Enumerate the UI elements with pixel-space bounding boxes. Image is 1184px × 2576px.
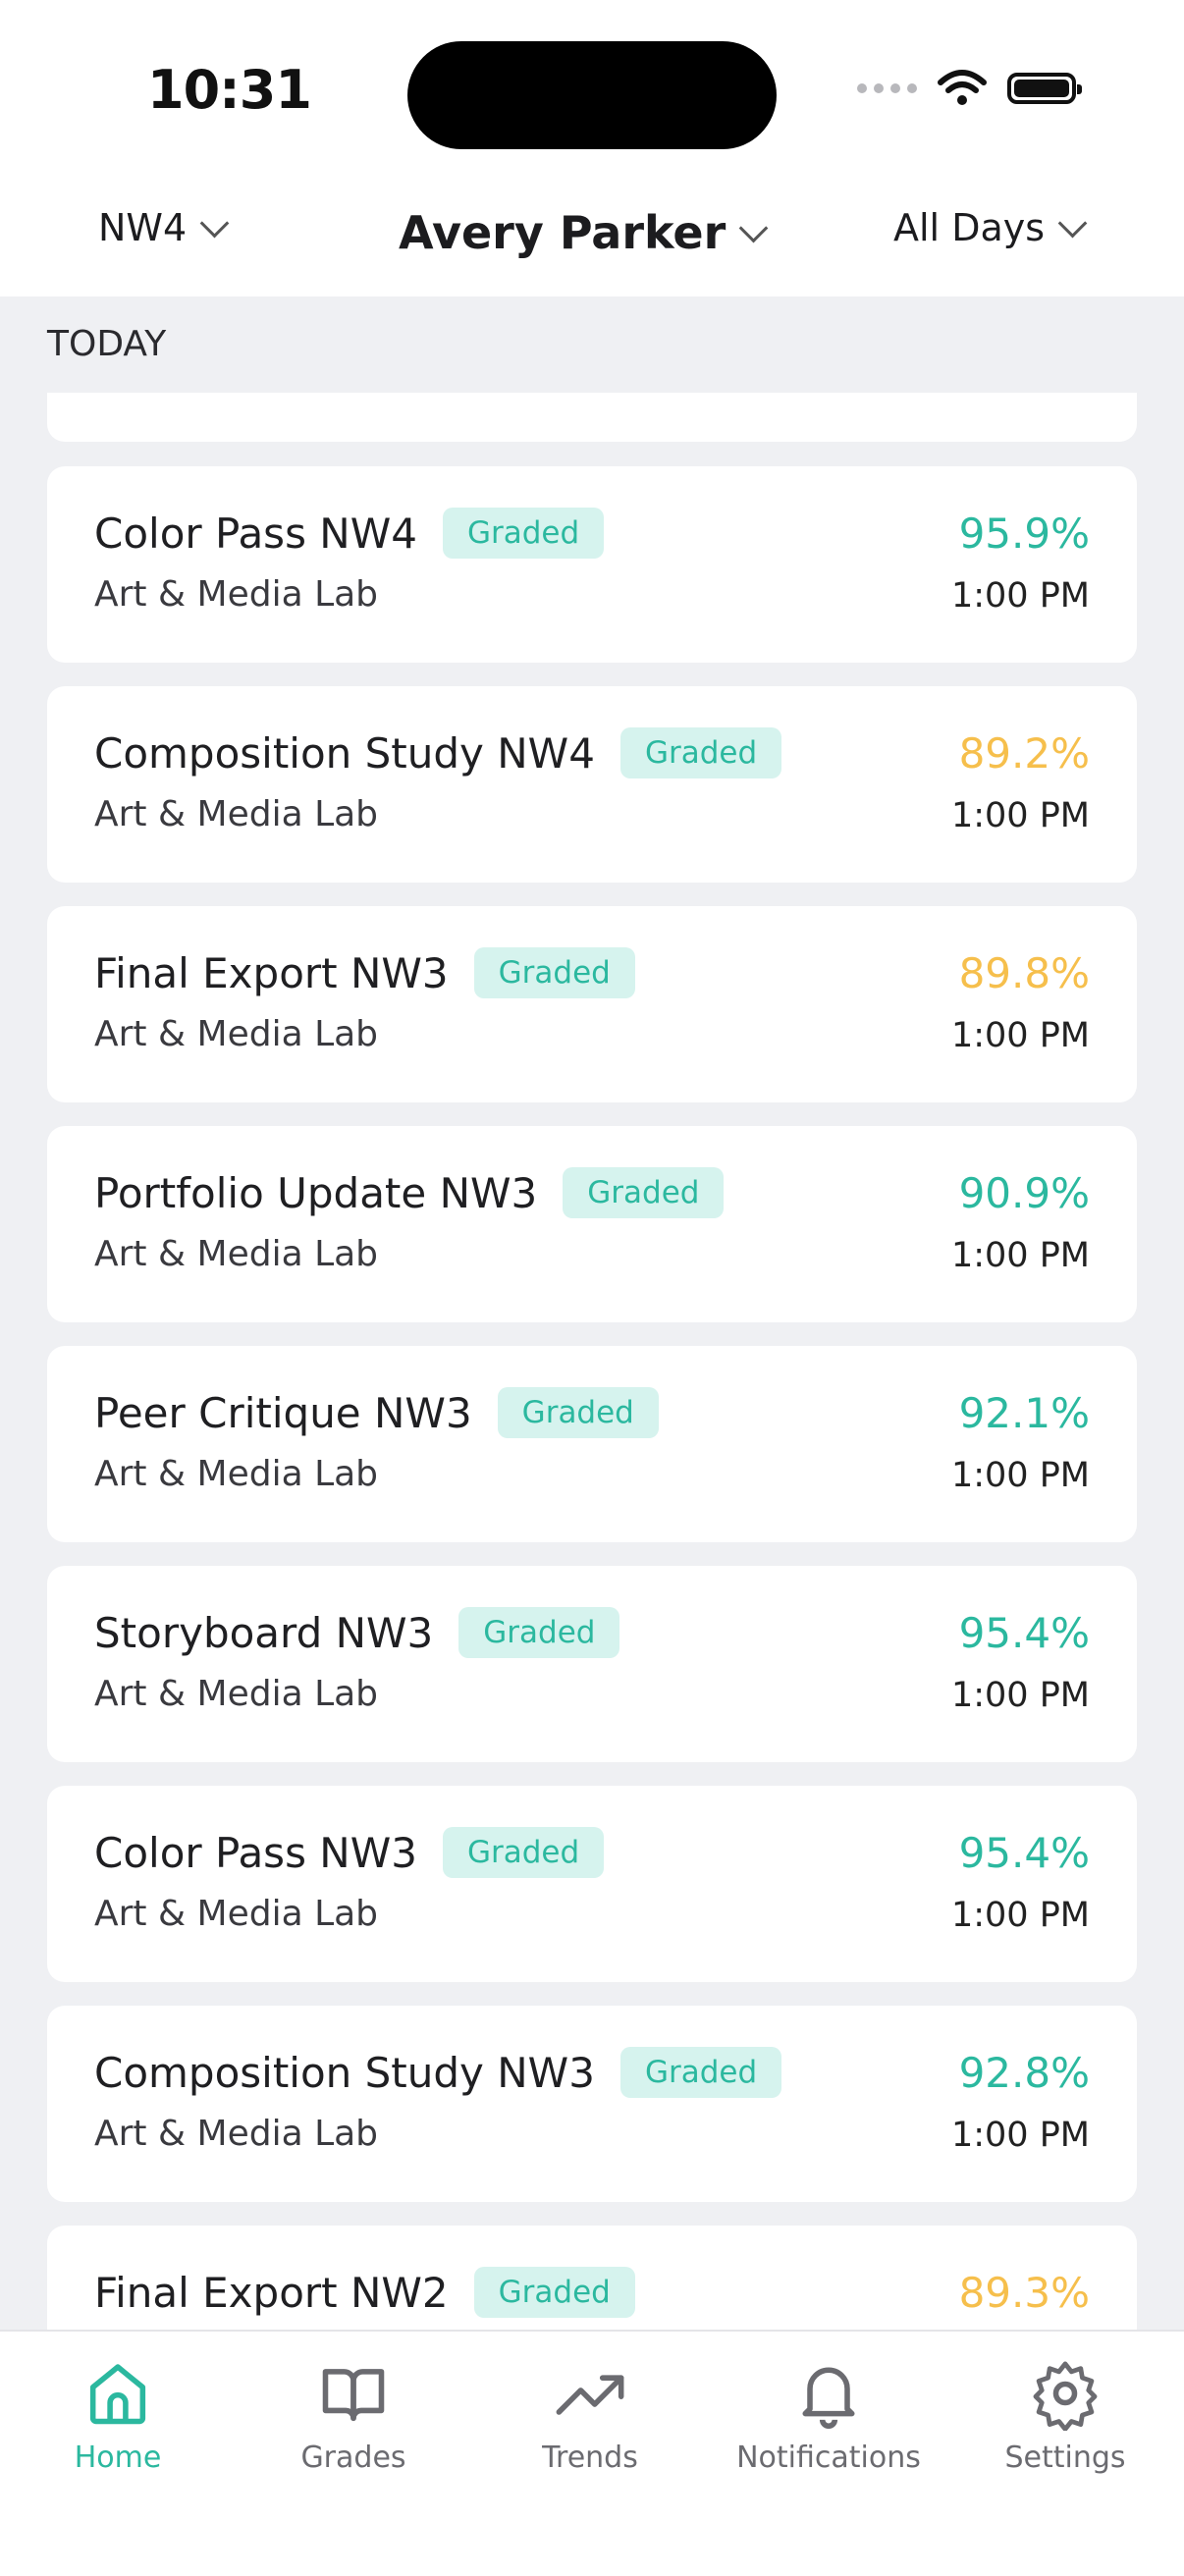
top-header: 10:31 NW4 Avery Parker All Days (0, 0, 1184, 296)
tab-label: Grades (300, 2441, 406, 2475)
assignment-subject: Art & Media Lab (94, 574, 379, 615)
tab-label: Trends (542, 2441, 638, 2475)
tab-trends[interactable]: Trends (482, 2356, 698, 2475)
assignment-title-line: Portfolio Update NW3 Graded (94, 1167, 725, 1218)
assignment-title: Final Export NW2 (94, 2268, 449, 2317)
assignment-title: Composition Study NW3 (94, 2048, 595, 2097)
day-filter-label: All Days (893, 206, 1046, 249)
assignment-title: Final Export NW3 (94, 948, 449, 997)
status-badge: Graded (619, 2047, 782, 2098)
assignment-time: 1:00 PM (950, 796, 1090, 835)
assignment-list-viewport[interactable]: Color Pass NW4 Graded Art & Media Lab 95.9%… (0, 393, 1184, 2330)
selector-row: NW4 Avery Parker All Days (0, 206, 1184, 275)
assignment-subject: Art & Media Lab (94, 2114, 379, 2154)
assignment-subject: Art & Media Lab (94, 1014, 379, 1054)
status-badge: Graded (473, 947, 635, 998)
chevron-down-icon (738, 213, 769, 242)
assignment-title-line: Final Export NW2 Graded (94, 2267, 635, 2318)
gear-icon (957, 2356, 1173, 2431)
assignment-score: 89.8% (958, 949, 1090, 997)
assignment-title: Portfolio Update NW3 (94, 1168, 538, 1217)
assignment-title-line: Color Pass NW3 Graded (94, 1827, 605, 1878)
tab-label: Home (74, 2441, 162, 2475)
assignment-card[interactable]: Composition Study NW3 Graded Art & Media L… (47, 2006, 1137, 2202)
chevron-down-icon (1057, 208, 1088, 238)
assignment-score: 89.3% (958, 2269, 1090, 2317)
assignment-subject: Art & Media Lab (94, 1674, 379, 1714)
assignment-card[interactable]: Portfolio Update NW3 Graded Art & Media La… (47, 1126, 1137, 1322)
assignment-score: 95.4% (958, 1829, 1090, 1877)
assignment-title: Color Pass NW4 (94, 509, 417, 558)
day-filter-selector[interactable]: All Days (893, 206, 1088, 249)
book-icon (245, 2356, 461, 2431)
wifi-icon (938, 70, 987, 105)
assignment-subject: Art & Media Lab (94, 1894, 379, 1934)
status-badge: Graded (458, 1607, 620, 1658)
assignment-title: Peer Critique NW3 (94, 1388, 472, 1437)
assignment-title: Composition Study NW4 (94, 728, 595, 778)
tab-home[interactable]: Home (10, 2356, 226, 2475)
student-name: Avery Parker (399, 206, 727, 259)
assignment-score: 95.9% (958, 510, 1090, 558)
assignment-score: 89.2% (958, 729, 1090, 778)
student-selector[interactable]: Avery Parker (399, 206, 769, 259)
assignment-title-line: Composition Study NW4 Graded (94, 727, 782, 778)
assignment-score: 92.8% (958, 2049, 1090, 2097)
assignment-subject: Art & Media Lab (94, 1234, 379, 1274)
tab-grades[interactable]: Grades (245, 2356, 461, 2475)
dynamic-island (407, 41, 777, 149)
assignment-card[interactable]: Color Pass NW3 Graded Art & Media Lab 95.4%… (47, 1786, 1137, 1982)
section-header: TODAY (47, 324, 167, 364)
assignment-time: 1:00 PM (950, 1676, 1090, 1715)
status-icons (857, 69, 1082, 108)
assignment-time: 1:00 PM (950, 1236, 1090, 1275)
assignment-card[interactable]: Final Export NW2GradedArt & Media Lab89.… (47, 2226, 1137, 2330)
assignment-title-line: Peer Critique NW3 Graded (94, 1387, 659, 1438)
partial-assignment-card[interactable] (47, 393, 1137, 442)
status-badge: Graded (563, 1167, 725, 1218)
status-badge: Graded (473, 2267, 635, 2318)
assignment-subject: Art & Media Lab (94, 794, 379, 834)
tab-label: Notifications (736, 2441, 921, 2475)
period-label: NW4 (98, 206, 188, 249)
bell-icon (721, 2356, 937, 2431)
assignment-title-line: Final Export NW3 Graded (94, 947, 635, 998)
assignment-card[interactable]: Storyboard NW3 Graded Art & Media Lab 95.4%… (47, 1566, 1137, 1762)
assignment-time: 1:00 PM (950, 1456, 1090, 1495)
assignment-title: Storyboard NW3 (94, 1608, 434, 1657)
assignment-title-line: Composition Study NW3 Graded (94, 2047, 782, 2098)
assignment-score: 90.9% (958, 1169, 1090, 1217)
status-badge: Graded (619, 727, 782, 778)
assignment-card[interactable]: Composition Study NW4 Graded Art & Media L… (47, 686, 1137, 883)
assignment-time: 1:00 PM (950, 1016, 1090, 1055)
assignment-time: 1:00 PM (950, 576, 1090, 616)
assignment-card[interactable]: Color Pass NW4 Graded Art & Media Lab 95.9%… (47, 466, 1137, 663)
assignment-title-line: Color Pass NW4 Graded (94, 508, 605, 559)
status-badge: Graded (442, 508, 605, 559)
tab-label: Settings (1004, 2441, 1126, 2475)
assignment-time: 1:00 PM (950, 1896, 1090, 1935)
assignment-score: 92.1% (958, 1389, 1090, 1437)
assignment-subject: Art & Media Lab (94, 1454, 379, 1494)
tab-bar: Home Grades Trends Notifications Settings (0, 2330, 1184, 2576)
tab-notifications[interactable]: Notifications (721, 2356, 937, 2475)
cellular-signal-icon (857, 83, 917, 93)
status-badge: Graded (497, 1387, 659, 1438)
chevron-down-icon (199, 208, 230, 238)
battery-icon (1007, 73, 1082, 104)
assignment-card[interactable]: Final Export NW3 Graded Art & Media Lab 89.… (47, 906, 1137, 1102)
tab-settings[interactable]: Settings (957, 2356, 1173, 2475)
assignment-time: 1:00 PM (950, 2116, 1090, 2155)
period-selector[interactable]: NW4 (98, 206, 230, 249)
assignment-score: 95.4% (958, 1609, 1090, 1657)
assignment-card[interactable]: Peer Critique NW3 Graded Art & Media Lab 92… (47, 1346, 1137, 1542)
assignment-title: Color Pass NW3 (94, 1828, 417, 1877)
assignment-title-line: Storyboard NW3 Graded (94, 1607, 620, 1658)
home-icon (10, 2356, 226, 2431)
status-badge: Graded (442, 1827, 605, 1878)
trend-up-icon (482, 2356, 698, 2431)
status-time: 10:31 (147, 59, 312, 121)
